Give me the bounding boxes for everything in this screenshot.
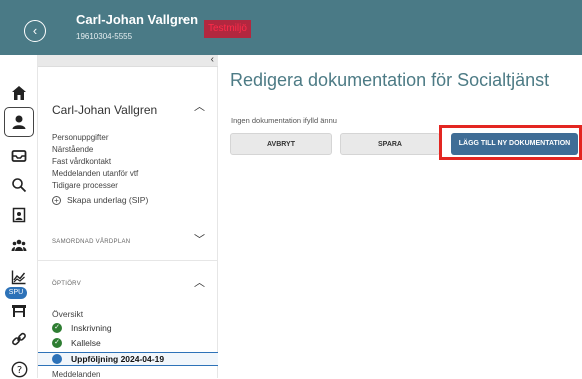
help-icon[interactable]: ? [9,359,29,379]
chevron-down-icon[interactable]: ⌄ [180,13,188,24]
plus-circle-icon: + [52,195,61,205]
patient-panel: Carl-Johan Vallgren ︿ Personuppgifter Nä… [38,67,218,379]
menu-item-personuppgifter[interactable]: Personuppgifter [52,133,108,142]
menu-item-tidigare-processer[interactable]: Tidigare processer [52,181,118,190]
step-label: Inskrivning [71,323,112,333]
menu-item-fast-vardkontakt[interactable]: Fast vårdkontakt [52,157,111,166]
documentation-status: Ingen dokumentation ifylld ännu [231,116,337,125]
document-icon[interactable] [9,205,29,225]
spu-badge[interactable]: SPU [5,287,27,299]
personnummer: 19610304-5555 [76,32,133,41]
link-icon[interactable] [9,329,29,349]
back-circle-icon[interactable]: ‹ [24,20,46,42]
step-inskrivning[interactable]: ✓ Inskrivning [52,323,112,333]
save-button[interactable]: SPARA [340,133,440,155]
search-icon[interactable] [9,175,29,195]
active-dot-icon [52,354,62,364]
inbox-icon[interactable] [9,146,29,166]
menu-item-meddelanden-utanfor[interactable]: Meddelanden utanför vtf [52,169,138,178]
check-circle-icon: ✓ [52,323,62,333]
step-uppfoljning[interactable]: Uppföljning 2024-04-19 [52,354,164,364]
environment-badge: Testmiljö [204,20,251,38]
collapse-left-icon[interactable]: ‹ [211,54,214,65]
chart-icon[interactable] [9,267,29,287]
top-bar: ‹ Carl-Johan Vallgren ⌄ 19610304-5555 Te… [0,0,582,55]
divider [38,260,218,261]
create-sip-label: Skapa underlag (SIP) [67,195,149,205]
panel-title: Carl-Johan Vallgren [52,103,158,117]
section-process[interactable]: ÖPTIÖRV [52,281,81,287]
step-label: Kallelse [71,338,101,348]
add-documentation-button[interactable]: LÄGG TILL NY DOKUMENTATION [451,133,578,155]
check-circle-icon: ✓ [52,338,62,348]
create-sip-action[interactable]: + Skapa underlag (SIP) [52,195,148,205]
menu-item-narstaende[interactable]: Närstående [52,145,93,154]
section-samordnad-vardplan[interactable]: SAMORDNAD VÅRDPLAN [52,239,130,245]
chevron-up-icon[interactable]: ︿ [194,98,205,114]
step-kallelse[interactable]: ✓ Kallelse [52,338,101,348]
page-title: Redigera dokumentation för Socialtjänst [230,70,550,90]
person-icon[interactable] [9,112,29,132]
group-icon[interactable] [9,235,29,255]
svg-text:?: ? [16,365,21,376]
home-icon[interactable] [9,83,29,103]
cancel-button[interactable]: AVBRYT [230,133,332,155]
icon-rail: SPU ? [0,55,38,378]
chevron-down-icon[interactable]: ﹀ [194,231,205,247]
cart-icon[interactable] [9,301,29,321]
step-label: Uppföljning 2024-04-19 [71,354,165,364]
chevron-up-icon[interactable]: ︿ [194,274,205,290]
panel-collapse-bar: ‹ [38,54,218,67]
menu-item-oversikt[interactable]: Översikt [52,309,83,319]
